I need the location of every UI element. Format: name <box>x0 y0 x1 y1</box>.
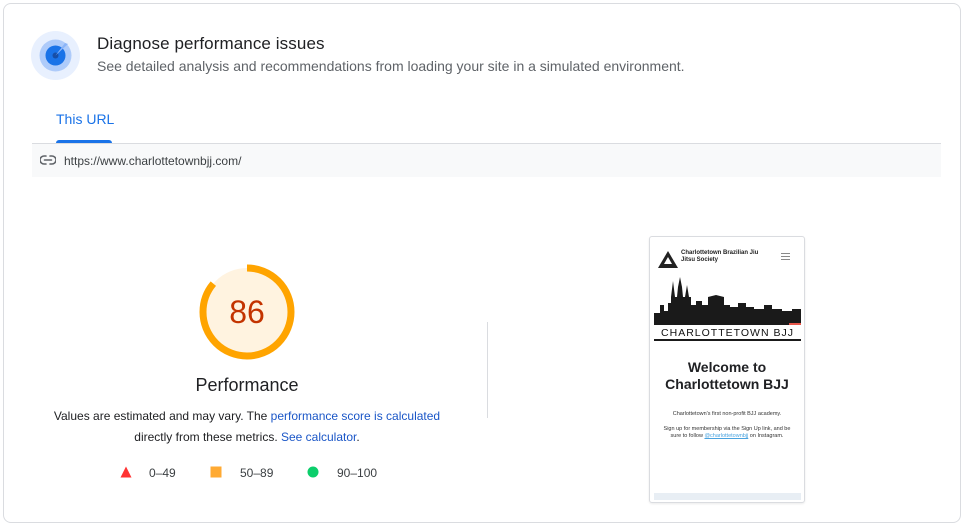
legend-range-pass: 90–100 <box>337 466 378 480</box>
tested-url: https://www.charlottetownbjj.com/ <box>64 154 242 168</box>
link-icon <box>40 155 56 165</box>
legend-range-average: 50–89 <box>240 466 274 480</box>
skyline-banner: CHARLOTTETOWN BJJ <box>654 277 801 341</box>
score-value: 86 <box>229 294 265 330</box>
tab-this-url[interactable]: This URL <box>56 111 114 127</box>
description-text-1: Values are estimated and may vary. The <box>53 409 271 423</box>
instagram-link[interactable]: @charlottetownbjj <box>704 433 748 439</box>
site-logo-icon <box>658 251 678 268</box>
description-text-3: . <box>356 429 360 444</box>
screenshot-bottom-bar <box>654 493 801 500</box>
site-name: Charlottetown Brazilian Jiu Jitsu Societ… <box>681 250 759 263</box>
performance-score-link[interactable]: performance score is calculated <box>271 409 440 423</box>
banner-text: CHARLOTTETOWN BJJ <box>661 327 794 339</box>
score-label: Performance <box>195 375 299 395</box>
body-paragraph-2-post: on Instagram. <box>748 433 784 439</box>
description-text-2: directly from these metrics. <box>134 429 281 444</box>
welcome-body: Charlottetown's first non-profit BJJ aca… <box>660 411 794 441</box>
score-description: Values are estimated and may vary. The p… <box>4 406 490 447</box>
performance-score-gauge[interactable]: 86 <box>197 262 297 362</box>
performance-gauge-icon <box>31 31 80 80</box>
circle-icon <box>307 466 319 478</box>
see-calculator-link[interactable]: See calculator <box>281 430 356 444</box>
body-paragraph-1: Charlottetown's first non-profit BJJ aca… <box>672 411 782 417</box>
square-icon <box>210 466 222 478</box>
legend-range-fail: 0–49 <box>149 466 176 480</box>
url-bar: https://www.charlottetownbjj.com/ <box>32 144 941 177</box>
hamburger-menu-icon <box>781 253 790 262</box>
diagnostics-card: Diagnose performance issues See detailed… <box>3 3 961 523</box>
section-subtitle: See detailed analysis and recommendation… <box>97 58 685 74</box>
welcome-heading: Welcome to Charlottetown BJJ <box>665 359 789 392</box>
page-screenshot[interactable]: Charlottetown Brazilian Jiu Jitsu Societ… <box>649 236 805 503</box>
section-title: Diagnose performance issues <box>97 34 325 53</box>
body-paragraph-2: Sign up for membership via the Sign Up l… <box>660 426 794 441</box>
vertical-divider <box>487 322 488 418</box>
triangle-icon <box>120 466 132 478</box>
